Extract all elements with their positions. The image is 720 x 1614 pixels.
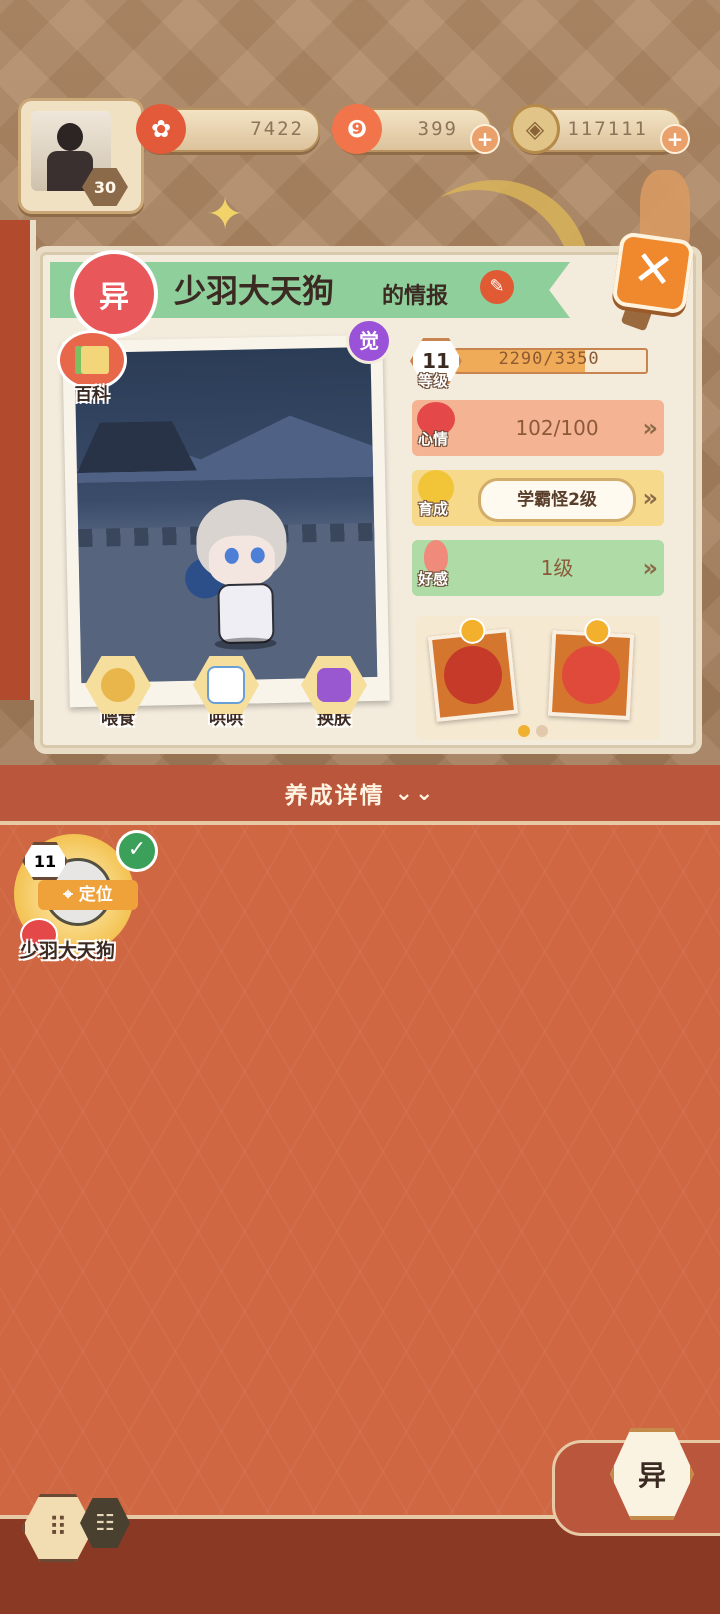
money-resource: ◈ 117111 + [510, 104, 690, 154]
mood-row[interactable]: 心情 102/100 » [412, 400, 664, 456]
level-label: 等级 [418, 372, 449, 390]
skin-button[interactable]: 换肤 [296, 656, 372, 730]
type-badge: 异 [70, 250, 158, 338]
encyclopedia-label: 百科 [75, 385, 109, 405]
coins-resource: ✿ 7422 [136, 104, 320, 154]
comfort-button[interactable]: 哄哄 [188, 656, 264, 730]
chevron-down-icon: ⌄⌄ [394, 780, 436, 806]
details-label: 养成详情 [284, 783, 385, 809]
check-icon: ✓ [116, 830, 158, 872]
exp-text: 2290/3350 [498, 349, 600, 369]
pin-icon: ⌖ [63, 885, 73, 905]
level-row: 2290/3350 11 等级 [410, 334, 660, 390]
gift-carousel [416, 616, 660, 740]
chevron-right-icon: » [642, 554, 658, 582]
title-suffix: 的情报 [382, 284, 449, 309]
carousel-dots [518, 722, 554, 741]
grid-icon: ⠿ [48, 1513, 68, 1543]
favor-value: 1级 [540, 556, 574, 580]
favor-label: 好感 [418, 570, 449, 588]
page-dot[interactable] [518, 725, 530, 737]
mood-label: 心情 [418, 430, 449, 448]
smile-pin-icon [583, 617, 611, 645]
locate-button[interactable]: ⌖ 定位 [38, 880, 138, 910]
close-button[interactable]: ✕ [611, 231, 695, 315]
add-money-button[interactable]: + [660, 124, 690, 154]
money-value: 117111 [567, 118, 648, 140]
feed-button[interactable]: 喂食 [80, 656, 156, 730]
growth-label: 育成 [418, 500, 449, 518]
awaken-badge: 觉 [346, 318, 392, 364]
gems-resource: ❾ 399 + [332, 104, 500, 154]
gems-value: 399 [417, 118, 458, 140]
growth-row[interactable]: 育成 学霸怪2级 » [412, 470, 664, 526]
daruma-icon [560, 644, 622, 706]
magatama-icon: ❾ [332, 104, 382, 154]
mood-value: 102/100 [515, 416, 599, 440]
growth-value: 学霸怪2级 [478, 478, 636, 522]
daruma-gift[interactable] [547, 617, 635, 721]
add-gems-button[interactable]: + [470, 124, 500, 154]
chevron-right-icon: » [642, 484, 658, 512]
player-avatar[interactable] [18, 98, 144, 214]
hotpot-gift[interactable] [427, 616, 519, 723]
locate-label: 定位 [78, 885, 113, 905]
book-spine-decoration [0, 220, 36, 700]
smile-pin-icon [458, 616, 487, 646]
hotpot-icon [441, 643, 505, 707]
page-dot[interactable] [536, 725, 548, 737]
list-icon: ☷ [95, 1510, 115, 1536]
plum-blossom-icon: ✿ [136, 104, 186, 154]
coin-icon: ◈ [510, 104, 560, 154]
roster-slot[interactable]: 11 ✓ ⌖ 定位 少羽大天狗 [10, 830, 158, 970]
edit-name-button[interactable]: ✎ [480, 270, 514, 304]
details-toggle[interactable]: 养成详情 ⌄⌄ [0, 765, 720, 825]
favor-row[interactable]: 好感 1级 » [412, 540, 664, 596]
slot-name: 少羽大天狗 [20, 940, 116, 962]
chevron-right-icon: » [642, 414, 658, 442]
encyclopedia-button[interactable]: 百科 [52, 330, 132, 406]
pencil-icon: ✎ [489, 276, 505, 297]
close-icon: ✕ [629, 239, 678, 301]
coins-value: 7422 [250, 118, 304, 140]
sparkle-icon: ✦ [206, 189, 244, 240]
character-name: 少羽大天狗 [174, 272, 335, 310]
